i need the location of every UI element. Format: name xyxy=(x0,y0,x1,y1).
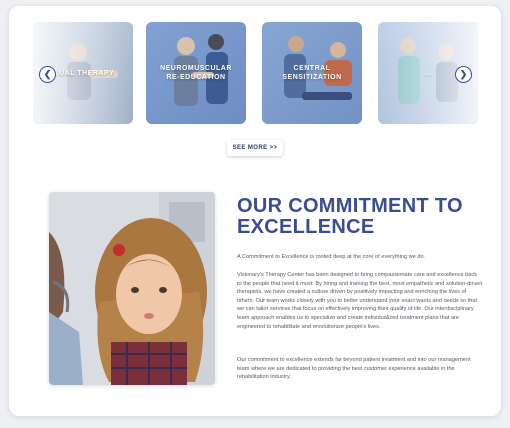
page-card: ...UAL THERAPY NEUROMUSCULAR RE-EDUCATIO… xyxy=(9,6,501,416)
slide-label: CENTRAL SENSITIZATION xyxy=(282,65,342,81)
intro-paragraph: A Commitment to Excellence is rooted dee… xyxy=(237,254,426,260)
slide-neuromuscular-reeducation[interactable]: NEUROMUSCULAR RE-EDUCATION xyxy=(146,22,246,124)
carousel-prev-button[interactable]: ❮ xyxy=(39,66,56,83)
closing-paragraph: Our commitment to excellence extends far… xyxy=(237,357,471,381)
slide-label: ...UAL THERAPY xyxy=(51,69,115,77)
slide-label: ... xyxy=(424,69,432,77)
girl-photo-illustration xyxy=(49,192,215,385)
body-paragraph: Visionary's Therapy Center has been desi… xyxy=(237,272,483,330)
section-heading: OUR COMMITMENT TO EXCELLENCE xyxy=(237,195,463,238)
child-therapy-photo xyxy=(49,192,215,385)
slide-label: NEUROMUSCULAR RE-EDUCATION xyxy=(160,65,232,81)
see-more-button[interactable]: SEE MORE >> xyxy=(227,140,283,156)
chevron-left-icon: ❮ xyxy=(43,69,52,79)
carousel-next-button[interactable]: ❯ xyxy=(455,66,472,83)
slide-central-sensitization[interactable]: CENTRAL SENSITIZATION xyxy=(262,22,362,124)
services-carousel: ...UAL THERAPY NEUROMUSCULAR RE-EDUCATIO… xyxy=(33,22,483,126)
chevron-right-icon: ❯ xyxy=(459,69,468,79)
